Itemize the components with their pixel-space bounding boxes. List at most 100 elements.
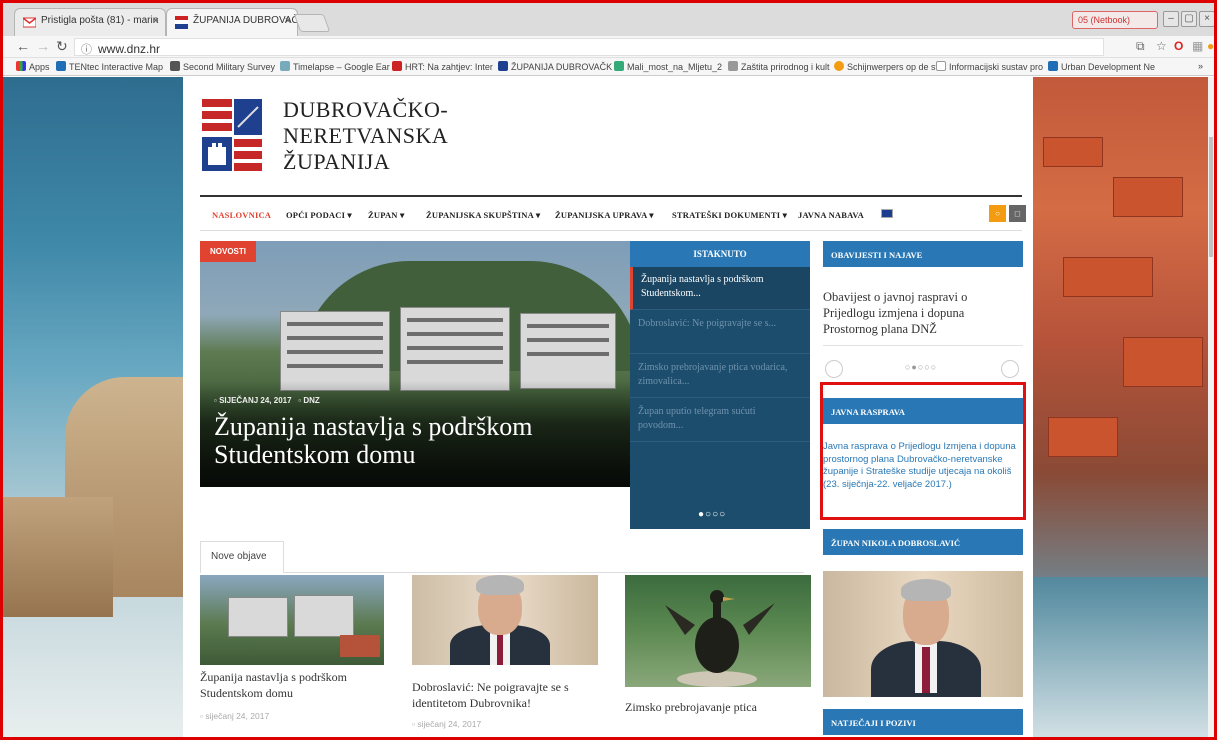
carousel-next-button[interactable] bbox=[1001, 360, 1019, 378]
page-icon bbox=[1048, 61, 1058, 71]
scrollbar-thumb[interactable] bbox=[1209, 137, 1213, 257]
nav-zupan[interactable]: ŽUPAN ▾ bbox=[368, 210, 404, 221]
nav-naslovnica[interactable]: NASLOVNICA bbox=[212, 210, 271, 220]
news-card-image[interactable] bbox=[412, 575, 598, 665]
apps-grid-icon bbox=[16, 61, 26, 71]
news-card-title[interactable]: Dobroslavić: Ne poigravajte se s identit… bbox=[412, 679, 602, 711]
background-roof bbox=[1063, 257, 1153, 297]
istaknuto-item[interactable]: Županija nastavlja s podrškom Studentsko… bbox=[630, 267, 810, 310]
bookmark-item[interactable]: HRT: Na zahtjev: Inter bbox=[392, 61, 493, 72]
user-icon: ▫ bbox=[293, 396, 304, 405]
info-icon[interactable]: ⓘ bbox=[81, 44, 92, 56]
right-sidebar: OBAVIJESTI I NAJAVE Obavijest o javnoj r… bbox=[820, 241, 1026, 737]
url-field[interactable]: ⓘ www.dnz.hr bbox=[74, 38, 1104, 56]
forward-arrow-icon[interactable]: → bbox=[36, 39, 50, 53]
english-flag-icon[interactable] bbox=[881, 209, 893, 218]
font-size-button[interactable]: ○ bbox=[989, 205, 1006, 222]
browser-tab-gmail[interactable]: Pristigla pošta (81) - marin × bbox=[14, 8, 166, 36]
site-title[interactable]: DUBROVAČKO- NERETVANSKA ŽUPANIJA bbox=[283, 97, 448, 175]
background-fortress-wall bbox=[3, 497, 113, 617]
obavijesti-link[interactable]: Obavijest o javnoj raspravi o Prijedlogu… bbox=[823, 289, 1013, 337]
page-icon bbox=[936, 61, 946, 71]
istaknuto-item[interactable]: Dobroslavić: Ne poigravajte se s... bbox=[630, 311, 810, 354]
page-icon bbox=[56, 61, 66, 71]
gmail-icon bbox=[23, 17, 36, 28]
reload-icon[interactable]: ↻ bbox=[56, 39, 68, 53]
divider bbox=[823, 345, 1023, 346]
web-page: DUBROVAČKO- NERETVANSKA ŽUPANIJA NASLOVN… bbox=[3, 77, 1211, 737]
tab-label: Pristigla pošta (81) - marin bbox=[41, 15, 159, 26]
translate-icon[interactable]: ⧉ bbox=[1136, 39, 1145, 53]
back-arrow-icon[interactable]: ← bbox=[16, 39, 30, 53]
istaknuto-heading: ISTAKNUTO bbox=[630, 241, 810, 267]
bookmark-item[interactable]: Timelapse – Google Ear bbox=[280, 61, 390, 72]
carousel-prev-button[interactable] bbox=[825, 360, 843, 378]
tab-label: ŽUPANIJA DUBROVAČKO N bbox=[193, 15, 297, 26]
hero-meta: ▫ SIJEČANJ 24, 2017 ▫ DNZ bbox=[214, 396, 320, 405]
background-roof bbox=[1123, 337, 1203, 387]
bookmark-item[interactable]: TENtec Interactive Map bbox=[56, 61, 163, 72]
istaknuto-item[interactable]: Zimsko prebrojavanje ptica vodarica, zim… bbox=[630, 355, 810, 398]
carousel-dots[interactable]: ○●○○○ bbox=[905, 362, 937, 372]
maximize-icon[interactable]: ▢ bbox=[1181, 11, 1197, 27]
news-card-title[interactable]: Zimsko prebrojavanje ptica bbox=[625, 699, 815, 715]
hero-building bbox=[400, 307, 510, 391]
browser-tab-dnz[interactable]: ŽUPANIJA DUBROVAČKO N × bbox=[166, 8, 298, 36]
bookmark-item[interactable]: ŽUPANIJA DUBROVAČK bbox=[498, 61, 612, 72]
cormorant-bird-illustration bbox=[665, 590, 775, 687]
news-card-title[interactable]: Županija nastavlja s podrškom Studentsko… bbox=[200, 669, 384, 701]
minimize-icon[interactable]: – bbox=[1163, 11, 1179, 27]
novosti-badge[interactable]: NOVOSTI bbox=[200, 241, 257, 262]
obavijesti-heading: OBAVIJESTI I NAJAVE bbox=[823, 241, 1023, 267]
tab-nove-objave[interactable]: Nove objave bbox=[200, 541, 284, 573]
bookmark-item[interactable]: Second Military Survey bbox=[170, 61, 275, 72]
vertical-scrollbar[interactable] bbox=[1208, 77, 1214, 737]
close-window-icon[interactable]: × bbox=[1199, 11, 1215, 27]
bookmarks-bar: Apps TENtec Interactive Map Second Milit… bbox=[0, 58, 1217, 76]
new-tab-button[interactable] bbox=[293, 14, 331, 32]
bookmark-item[interactable]: Mali_most_na_Mljetu_2 bbox=[614, 61, 722, 72]
javna-rasprava-link[interactable]: Javna rasprava o Prijedlogu Izmjena i do… bbox=[823, 441, 1019, 491]
bookmark-star-icon[interactable]: ☆ bbox=[1156, 39, 1167, 53]
page-icon bbox=[392, 61, 402, 71]
content-column: DUBROVAČKO- NERETVANSKA ŽUPANIJA NASLOVN… bbox=[183, 77, 1033, 737]
site-title-line: ŽUPANIJA bbox=[283, 149, 391, 174]
nav-strateski-dokumenti[interactable]: STRATEŠKI DOKUMENTI ▾ bbox=[672, 210, 787, 221]
bookmarks-overflow-button[interactable]: » bbox=[1198, 61, 1203, 71]
page-icon bbox=[614, 61, 624, 71]
news-card-date: ▫ siječanj 24, 2017 bbox=[200, 711, 270, 721]
javna-rasprava-heading: JAVNA RASPRAVA bbox=[823, 398, 1023, 424]
bookmark-item[interactable]: Informacijski sustav pro bbox=[936, 61, 1043, 72]
alert-icon[interactable]: ● bbox=[1207, 39, 1214, 53]
address-bar-row: ← → ↻ ⓘ www.dnz.hr ⧉ ☆ O ▦ ● bbox=[0, 36, 1217, 58]
nav-javna-nabava[interactable]: JAVNA NABAVA bbox=[798, 210, 864, 220]
bookmark-item[interactable]: Urban Development Ne bbox=[1048, 61, 1155, 72]
county-coat-of-arms-logo[interactable] bbox=[200, 97, 264, 175]
bookmark-item[interactable]: Zaštita prirodnog i kult bbox=[728, 61, 830, 72]
profile-button[interactable]: 05 (Netbook) bbox=[1072, 11, 1158, 29]
site-title-line: DUBROVAČKO- bbox=[283, 97, 449, 122]
hero-slider[interactable]: NOVOSTI ▫ SIJEČANJ 24, 2017 ▫ DNZ Župani… bbox=[200, 241, 630, 487]
extension-icon[interactable]: ▦ bbox=[1192, 39, 1203, 53]
news-card-image[interactable] bbox=[200, 575, 384, 665]
slider-pagination-dots[interactable]: ●○○○ bbox=[698, 509, 726, 520]
nav-opci-podaci[interactable]: OPĆI PODACI ▾ bbox=[286, 210, 352, 221]
nav-zupanijska-skupstina[interactable]: ŽUPANIJSKA SKUPŠTINA ▾ bbox=[426, 210, 540, 221]
close-tab-icon[interactable]: × bbox=[153, 15, 159, 27]
istaknuto-panel: ISTAKNUTO Županija nastavlja s podrškom … bbox=[630, 241, 810, 529]
opera-icon[interactable]: O bbox=[1174, 39, 1183, 53]
close-tab-icon[interactable]: × bbox=[285, 15, 291, 27]
bookmark-apps[interactable]: Apps bbox=[16, 61, 50, 72]
contrast-button[interactable]: ◻ bbox=[1009, 205, 1026, 222]
istaknuto-item[interactable]: Župan uputio telegram sućuti povodom... bbox=[630, 399, 810, 442]
zupan-photo[interactable] bbox=[823, 571, 1023, 697]
main-navigation: NASLOVNICA OPĆI PODACI ▾ ŽUPAN ▾ ŽUPANIJ… bbox=[200, 195, 1026, 231]
url-text: www.dnz.hr bbox=[98, 42, 161, 56]
dnz-favicon-icon bbox=[175, 16, 188, 29]
bookmark-item[interactable]: Schijnwerpers op de sta bbox=[834, 61, 943, 72]
news-card-image[interactable] bbox=[625, 575, 811, 687]
hero-title-link[interactable]: Županija nastavlja s podrškom Studentsko… bbox=[214, 413, 614, 469]
page-icon bbox=[834, 61, 844, 71]
nav-zupanijska-uprava[interactable]: ŽUPANIJSKA UPRAVA ▾ bbox=[555, 210, 654, 221]
page-icon bbox=[728, 61, 738, 71]
